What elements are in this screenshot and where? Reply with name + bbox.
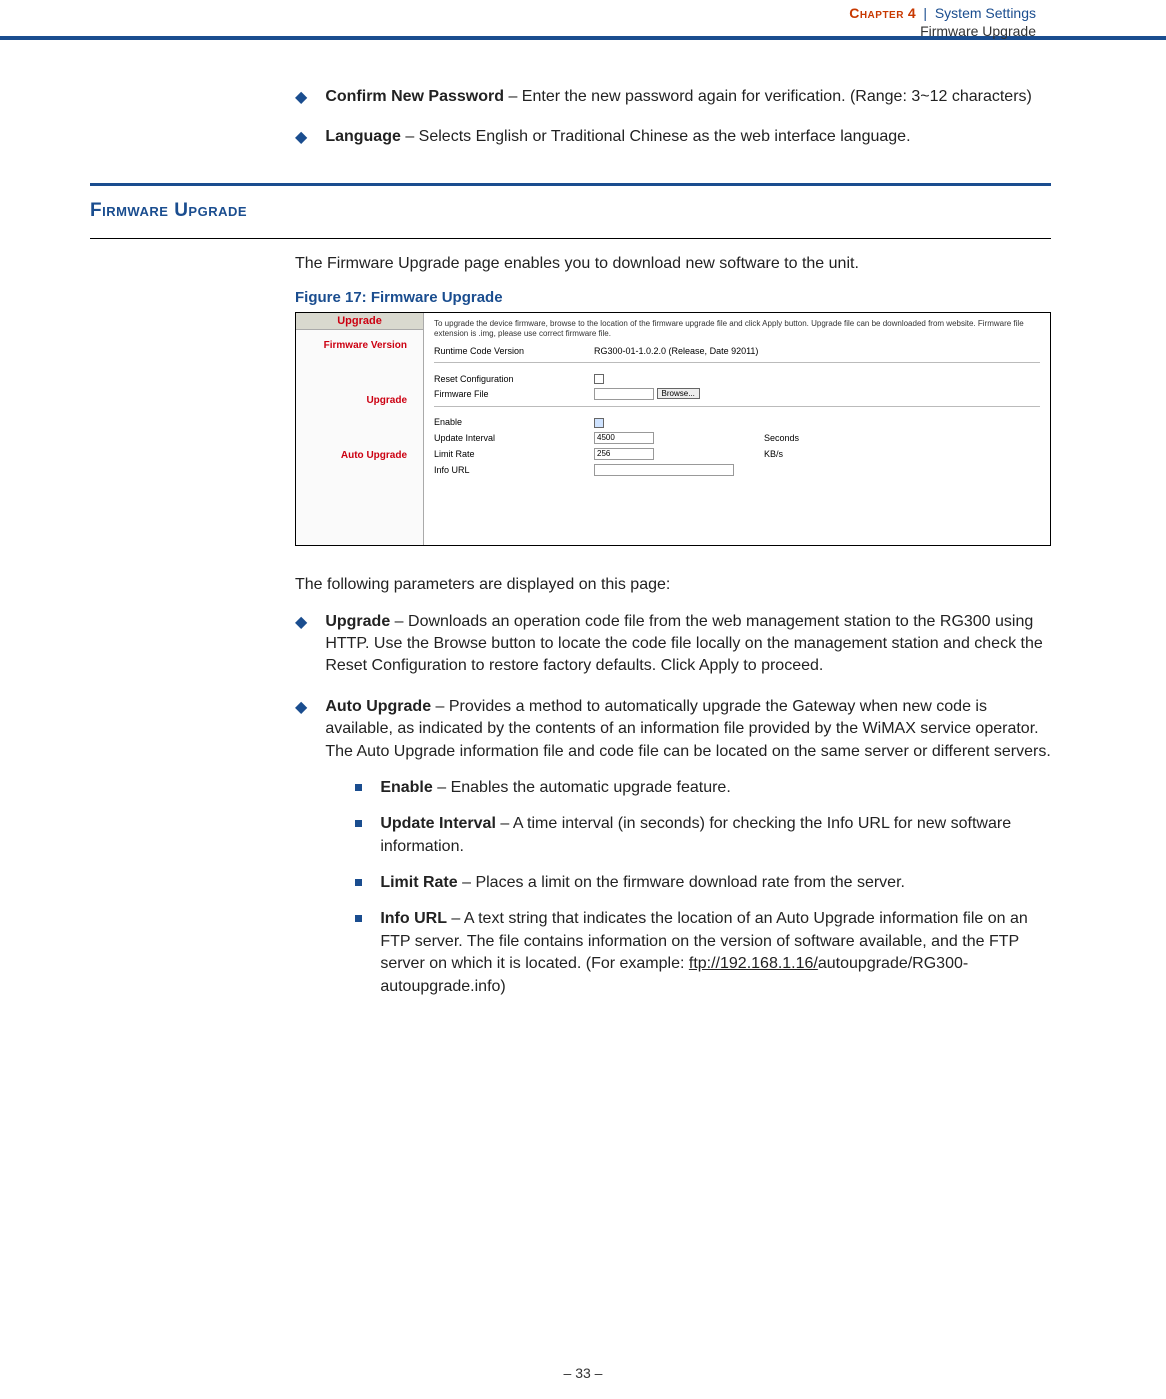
- reset-config-label: Reset Configuration: [434, 374, 594, 384]
- chapter-number: 4: [908, 5, 916, 21]
- sidebar-item-firmware-version[interactable]: Firmware Version: [302, 340, 417, 351]
- browse-button[interactable]: Browse...: [657, 388, 700, 399]
- params-intro: The following parameters are displayed o…: [295, 574, 1051, 596]
- firmware-file-label: Firmware File: [434, 389, 594, 399]
- square-icon: [355, 915, 362, 922]
- enable-label: Enable: [434, 417, 594, 427]
- sub-item: Enable – Enables the automatic upgrade f…: [355, 777, 1051, 799]
- diamond-icon: ◆: [295, 613, 307, 678]
- figure-caption: Figure 17: Firmware Upgrade: [295, 289, 1051, 306]
- sub-item: Update Interval – A time interval (in se…: [355, 813, 1051, 858]
- content: ◆ Confirm New Password – Enter the new p…: [90, 86, 1051, 1030]
- diamond-icon: ◆: [295, 698, 307, 1012]
- screenshot-main: To upgrade the device firmware, browse t…: [424, 313, 1050, 545]
- term: Confirm New Password: [325, 88, 504, 105]
- sub-item: Limit Rate – Places a limit on the firmw…: [355, 872, 1051, 894]
- limit-rate-label: Limit Rate: [434, 449, 594, 459]
- limit-rate-unit: KB/s: [764, 449, 834, 459]
- term-desc: – Selects English or Traditional Chinese…: [401, 128, 911, 145]
- breadcrumb-subsection: Firmware Upgrade: [849, 22, 1036, 40]
- info-url-input[interactable]: [594, 464, 734, 476]
- term: Upgrade: [325, 613, 390, 630]
- sub-item: Info URL – A text string that indicates …: [355, 908, 1051, 998]
- section-rule: [90, 183, 1051, 186]
- breadcrumb-separator: |: [923, 5, 927, 21]
- intro-text: The Firmware Upgrade page enables you to…: [295, 253, 1051, 275]
- page: Chapter 4 | System Settings Firmware Upg…: [0, 0, 1166, 1399]
- update-interval-input[interactable]: 4500: [594, 432, 654, 444]
- firmware-file-input[interactable]: [594, 388, 654, 400]
- list-item: ◆ Upgrade – Downloads an operation code …: [295, 611, 1051, 678]
- screenshot-sidebar-title: Upgrade: [296, 313, 423, 330]
- term: Limit Rate: [380, 874, 457, 891]
- reset-config-checkbox[interactable]: [594, 374, 604, 384]
- limit-rate-input[interactable]: 256: [594, 448, 654, 460]
- enable-checkbox[interactable]: [594, 418, 604, 428]
- diamond-icon: ◆: [295, 88, 307, 108]
- breadcrumb-section: System Settings: [935, 5, 1036, 21]
- page-number: – 33 –: [0, 1365, 1166, 1381]
- breadcrumb: Chapter 4 | System Settings Firmware Upg…: [849, 4, 1036, 40]
- chapter-label: Chapter: [849, 5, 904, 21]
- screenshot: Upgrade Firmware Version Upgrade Auto Up…: [295, 312, 1051, 546]
- term-desc: – Downloads an operation code file from …: [325, 613, 1042, 675]
- section-title: Firmware Upgrade: [90, 200, 1051, 222]
- sidebar-item-auto-upgrade[interactable]: Auto Upgrade: [302, 450, 417, 461]
- square-icon: [355, 784, 362, 791]
- term-desc: – Enables the automatic upgrade feature.: [433, 779, 731, 796]
- info-url-label: Info URL: [434, 465, 594, 475]
- term-desc: – Places a limit on the firmware downloa…: [458, 874, 905, 891]
- term: Info URL: [380, 910, 447, 927]
- info-url-example: ftp://192.168.1.16/: [689, 955, 818, 972]
- list-item: ◆ Auto Upgrade – Provides a method to au…: [295, 696, 1051, 1012]
- term: Language: [325, 128, 401, 145]
- term: Auto Upgrade: [325, 698, 431, 715]
- term-desc: – Enter the new password again for verif…: [504, 88, 1032, 105]
- update-interval-unit: Seconds: [764, 433, 834, 443]
- header-bar: Chapter 4 | System Settings Firmware Upg…: [0, 0, 1166, 40]
- diamond-icon: ◆: [295, 128, 307, 148]
- list-item: ◆ Confirm New Password – Enter the new p…: [295, 86, 1051, 108]
- screenshot-sidebar: Upgrade Firmware Version Upgrade Auto Up…: [296, 313, 424, 545]
- list-item: ◆ Language – Selects English or Traditio…: [295, 126, 1051, 148]
- square-icon: [355, 879, 362, 886]
- runtime-version-value: RG300-01-1.0.2.0 (Release, Date 92011): [594, 346, 764, 356]
- screenshot-description: To upgrade the device firmware, browse t…: [434, 319, 1040, 338]
- runtime-version-label: Runtime Code Version: [434, 346, 594, 356]
- term-desc: – Provides a method to automatically upg…: [325, 698, 1050, 760]
- update-interval-label: Update Interval: [434, 433, 594, 443]
- section-subline: [90, 238, 1051, 239]
- square-icon: [355, 820, 362, 827]
- sidebar-item-upgrade[interactable]: Upgrade: [302, 395, 417, 406]
- term: Update Interval: [380, 815, 496, 832]
- term: Enable: [380, 779, 432, 796]
